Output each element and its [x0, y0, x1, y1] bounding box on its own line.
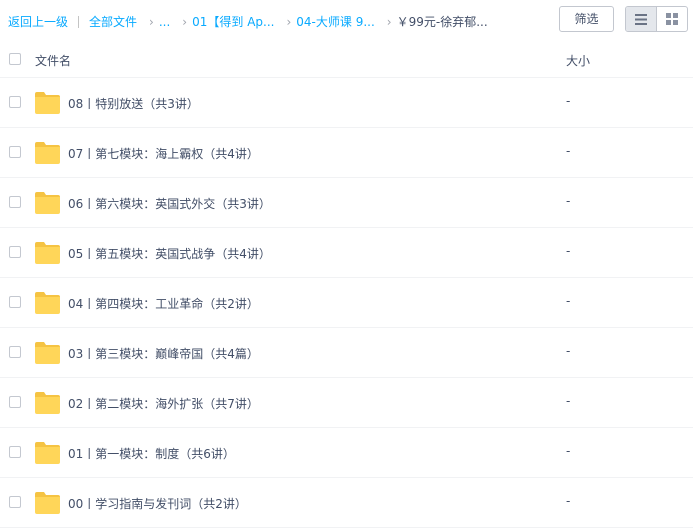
row-checkbox[interactable] — [9, 496, 21, 508]
file-size: - — [566, 94, 571, 108]
row-checkbox[interactable] — [9, 446, 21, 458]
table-row[interactable]: 02丨第二模块：海外扩张（共7讲） - — [0, 378, 693, 428]
file-name[interactable]: 04丨第四模块：工业革命（共2讲） — [68, 295, 259, 312]
file-list: 08丨特别放送（共3讲） -07丨第七模块：海上霸权（共4讲） -06丨第六模块：英… — [0, 78, 693, 528]
file-size: - — [566, 194, 571, 208]
folder-icon — [35, 92, 60, 114]
list-view-icon — [635, 13, 647, 25]
file-size: - — [566, 294, 571, 308]
folder-icon — [35, 342, 60, 364]
folder-icon — [35, 492, 60, 514]
back-link[interactable]: 返回上一级 — [8, 13, 68, 30]
row-checkbox[interactable] — [9, 396, 21, 408]
row-checkbox[interactable] — [9, 296, 21, 308]
file-size: - — [566, 244, 571, 258]
file-size: - — [566, 144, 571, 158]
breadcrumb-item-2[interactable]: 04-大师课 9... — [296, 13, 375, 30]
file-size: - — [566, 344, 571, 358]
folder-icon — [35, 192, 60, 214]
file-name[interactable]: 02丨第二模块：海外扩张（共7讲） — [68, 395, 259, 412]
breadcrumb-item-1[interactable]: 01【得到 Ap... — [192, 13, 274, 30]
file-name[interactable]: 05丨第五模块：英国式战争（共4讲） — [68, 245, 271, 262]
table-row[interactable]: 00丨学习指南与发刊词（共2讲） - — [0, 478, 693, 528]
breadcrumb-current: ￥99元-徐弃郁... — [396, 15, 488, 29]
grid-view-button[interactable] — [657, 7, 687, 31]
table-row[interactable]: 03丨第三模块：巅峰帝国（共4篇） - — [0, 328, 693, 378]
row-checkbox[interactable] — [9, 146, 21, 158]
table-row[interactable]: 05丨第五模块：英国式战争（共4讲） - — [0, 228, 693, 278]
table-row[interactable]: 04丨第四模块：工业革命（共2讲） - — [0, 278, 693, 328]
list-view-button[interactable] — [626, 7, 657, 31]
breadcrumb-divider — [78, 15, 80, 28]
table-row[interactable]: 01丨第一模块：制度（共6讲） - — [0, 428, 693, 478]
breadcrumb: 返回上一级 全部文件 › ... › 01【得到 Ap... › 04-大师课 … — [8, 13, 488, 30]
chevron-right-icon: › — [386, 14, 392, 29]
chevron-right-icon: › — [149, 14, 154, 29]
folder-icon — [35, 392, 60, 414]
top-toolbar: 返回上一级 全部文件 › ... › 01【得到 Ap... › 04-大师课 … — [0, 0, 693, 41]
view-toggle — [625, 6, 688, 32]
select-all-checkbox[interactable] — [9, 53, 21, 65]
root-link[interactable]: 全部文件 — [89, 13, 137, 30]
file-name[interactable]: 07丨第七模块：海上霸权（共4讲） — [68, 145, 259, 162]
file-size: - — [566, 444, 571, 458]
row-checkbox[interactable] — [9, 196, 21, 208]
grid-view-icon — [666, 13, 678, 25]
row-checkbox[interactable] — [9, 246, 21, 258]
folder-icon — [35, 442, 60, 464]
breadcrumb-ellipsis[interactable]: ... — [159, 15, 170, 29]
column-header-size[interactable]: 大小 — [566, 52, 590, 69]
table-header: 文件名 大小 — [0, 41, 693, 78]
row-checkbox[interactable] — [9, 96, 21, 108]
table-row[interactable]: 07丨第七模块：海上霸权（共4讲） - — [0, 128, 693, 178]
file-size: - — [566, 394, 571, 408]
folder-icon — [35, 242, 60, 264]
table-row[interactable]: 06丨第六模块：英国式外交（共3讲） - — [0, 178, 693, 228]
file-name[interactable]: 06丨第六模块：英国式外交（共3讲） — [68, 195, 271, 212]
row-checkbox[interactable] — [9, 346, 21, 358]
file-name[interactable]: 03丨第三模块：巅峰帝国（共4篇） — [68, 345, 259, 362]
folder-icon — [35, 142, 60, 164]
chevron-right-icon: › — [182, 14, 188, 29]
table-row[interactable]: 08丨特别放送（共3讲） - — [0, 78, 693, 128]
file-size: - — [566, 494, 571, 508]
filter-button[interactable]: 筛选 — [559, 6, 614, 32]
chevron-right-icon: › — [286, 14, 292, 29]
file-name[interactable]: 00丨学习指南与发刊词（共2讲） — [68, 495, 247, 512]
column-header-name[interactable]: 文件名 — [35, 52, 71, 69]
folder-icon — [35, 292, 60, 314]
file-name[interactable]: 01丨第一模块：制度（共6讲） — [68, 445, 235, 462]
file-name[interactable]: 08丨特别放送（共3讲） — [68, 95, 199, 112]
